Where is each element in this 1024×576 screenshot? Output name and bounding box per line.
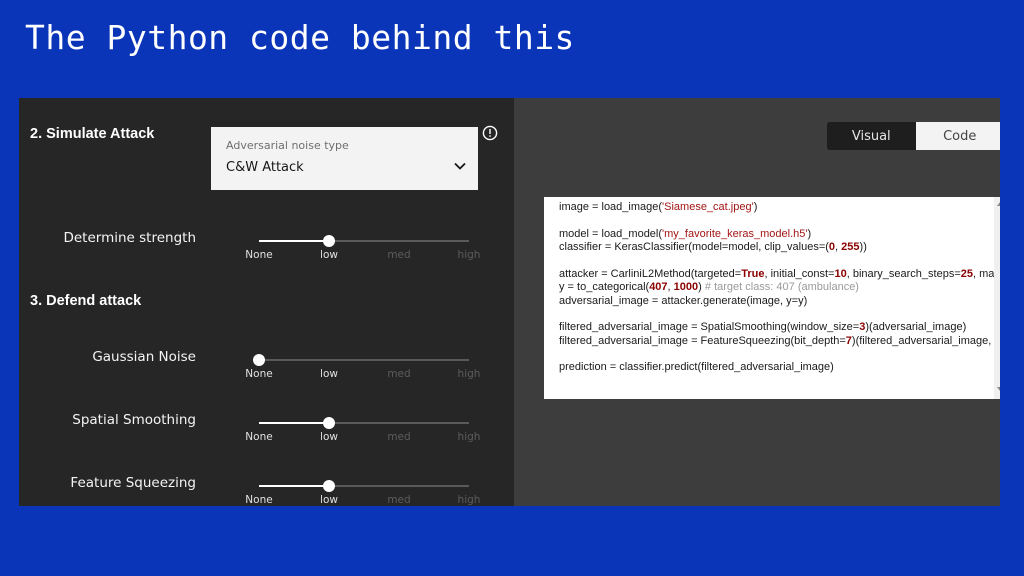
dropdown-label: Adversarial noise type [226, 139, 349, 152]
slide-title: The Python code behind this [25, 18, 575, 57]
code-line: prediction = classifier.predict(filtered… [559, 361, 1000, 375]
slider-tick-label: high [457, 494, 481, 506]
code-token: , initial_const= [764, 267, 835, 280]
vertical-scrollbar[interactable] [994, 197, 1000, 399]
slider-thumb[interactable] [253, 354, 265, 366]
code-token: True [741, 267, 765, 280]
slider-tick-label: low [320, 431, 338, 443]
code-token: filtered_adversarial_image = FeatureSque… [559, 334, 846, 347]
slider-thumb[interactable] [323, 235, 335, 247]
code-token: y = to_categorical( [559, 281, 650, 293]
slider-tick-label: med [387, 431, 411, 443]
view-toggle: Visual Code [827, 122, 1000, 150]
code-token: 10 [834, 267, 847, 280]
code-token: image = load_image( [559, 201, 663, 213]
spatial-smoothing-label: Spatial Smoothing [72, 412, 196, 428]
dropdown-value: C&W Attack [226, 160, 304, 175]
feature-squeezing-label: Feature Squeezing [70, 475, 196, 491]
code-line: filtered_adversarial_image = FeatureSque… [559, 335, 1000, 349]
code-token: 407 [649, 281, 668, 293]
tab-visual[interactable]: Visual [827, 122, 916, 150]
determine-strength-slider[interactable]: None low med high [245, 231, 480, 261]
code-token: , binary_search_steps= [846, 267, 961, 280]
slider-tick-label: med [387, 368, 411, 380]
controls-panel: 2. Simulate Attack Adversarial noise typ… [19, 98, 514, 506]
code-line: filtered_adversarial_image = SpatialSmoo… [559, 321, 1000, 335]
code-line: adversarial_image = attacker.generate(im… [559, 295, 1000, 309]
code-token: ) [807, 227, 812, 240]
slider-tick-label: low [320, 249, 338, 261]
code-token: 'my_favorite_keras_model.h5' [662, 227, 808, 240]
spatial-smoothing-slider[interactable]: None low med high [245, 413, 480, 443]
slider-tick-label: None [245, 368, 273, 380]
code-token: 1000 [673, 281, 699, 293]
code-token: 'Siamese_cat.jpeg' [662, 201, 754, 213]
slider-tick-label: high [457, 368, 481, 380]
slider-tick-label: high [457, 249, 481, 261]
slider-tick-label: low [320, 494, 338, 506]
code-token: )(filtered_adversarial_image, [851, 334, 992, 347]
code-token: 255 [841, 241, 860, 253]
info-icon[interactable] [482, 125, 498, 141]
slider-fill [259, 422, 329, 424]
code-token: 25 [960, 267, 974, 280]
code-block: image = load_image('Siamese_cat.jpeg') mo… [559, 201, 1000, 375]
chevron-down-icon [454, 162, 466, 170]
feature-squeezing-slider[interactable]: None low med high [245, 476, 480, 506]
code-line: image = load_image('Siamese_cat.jpeg') [559, 201, 1000, 215]
noise-type-dropdown[interactable]: Adversarial noise type C&W Attack [211, 127, 478, 190]
code-line: model = load_model('my_favorite_keras_mo… [559, 228, 1000, 242]
slider-tick-label: None [245, 431, 273, 443]
slider-thumb[interactable] [323, 480, 335, 492]
code-panel: image = load_image('Siamese_cat.jpeg') mo… [544, 197, 1000, 399]
code-line: attacker = CarliniL2Method(targeted=True… [559, 268, 1000, 282]
slider-fill [259, 485, 329, 487]
code-token: # target class: 407 (ambulance) [704, 281, 859, 293]
code-line: classifier = KerasClassifier(model=model… [559, 241, 1000, 255]
slider-tick-label: high [457, 431, 481, 443]
gaussian-noise-slider[interactable]: None low med high [245, 350, 480, 380]
tab-code[interactable]: Code [915, 122, 1000, 150]
gaussian-noise-label: Gaussian Noise [92, 349, 196, 365]
slider-thumb[interactable] [323, 417, 335, 429]
code-token: )) [859, 241, 867, 253]
scroll-down-icon[interactable] [997, 387, 1000, 391]
code-token: filtered_adversarial_image = SpatialSmoo… [559, 321, 860, 333]
code-token: attacker = CarliniL2Method(targeted= [559, 267, 742, 280]
code-token: ) [753, 201, 758, 213]
slider-tick-label: None [245, 494, 273, 506]
code-token: ) [698, 281, 705, 293]
code-token: , ma [973, 267, 995, 280]
determine-strength-label: Determine strength [63, 230, 196, 246]
defend-attack-heading: 3. Defend attack [30, 293, 142, 309]
slider-tick-label: med [387, 249, 411, 261]
code-token: prediction = classifier.predict(filtered… [559, 361, 834, 373]
slider-tick-label: med [387, 494, 411, 506]
slider-fill [259, 240, 329, 242]
app-window: 2. Simulate Attack Adversarial noise typ… [19, 98, 1000, 506]
slider-track[interactable] [259, 359, 469, 361]
code-token: model = load_model( [559, 227, 663, 240]
code-token: adversarial_image = attacker.generate(im… [559, 294, 808, 307]
code-token: classifier = KerasClassifier(model=model… [559, 241, 829, 253]
slider-tick-label: None [245, 249, 273, 261]
code-line: y = to_categorical(407, 1000) # target c… [559, 281, 1000, 295]
code-token: )(adversarial_image) [865, 321, 967, 333]
slider-tick-label: low [320, 368, 338, 380]
simulate-attack-heading: 2. Simulate Attack [30, 126, 155, 142]
scroll-up-icon[interactable] [997, 202, 1000, 206]
